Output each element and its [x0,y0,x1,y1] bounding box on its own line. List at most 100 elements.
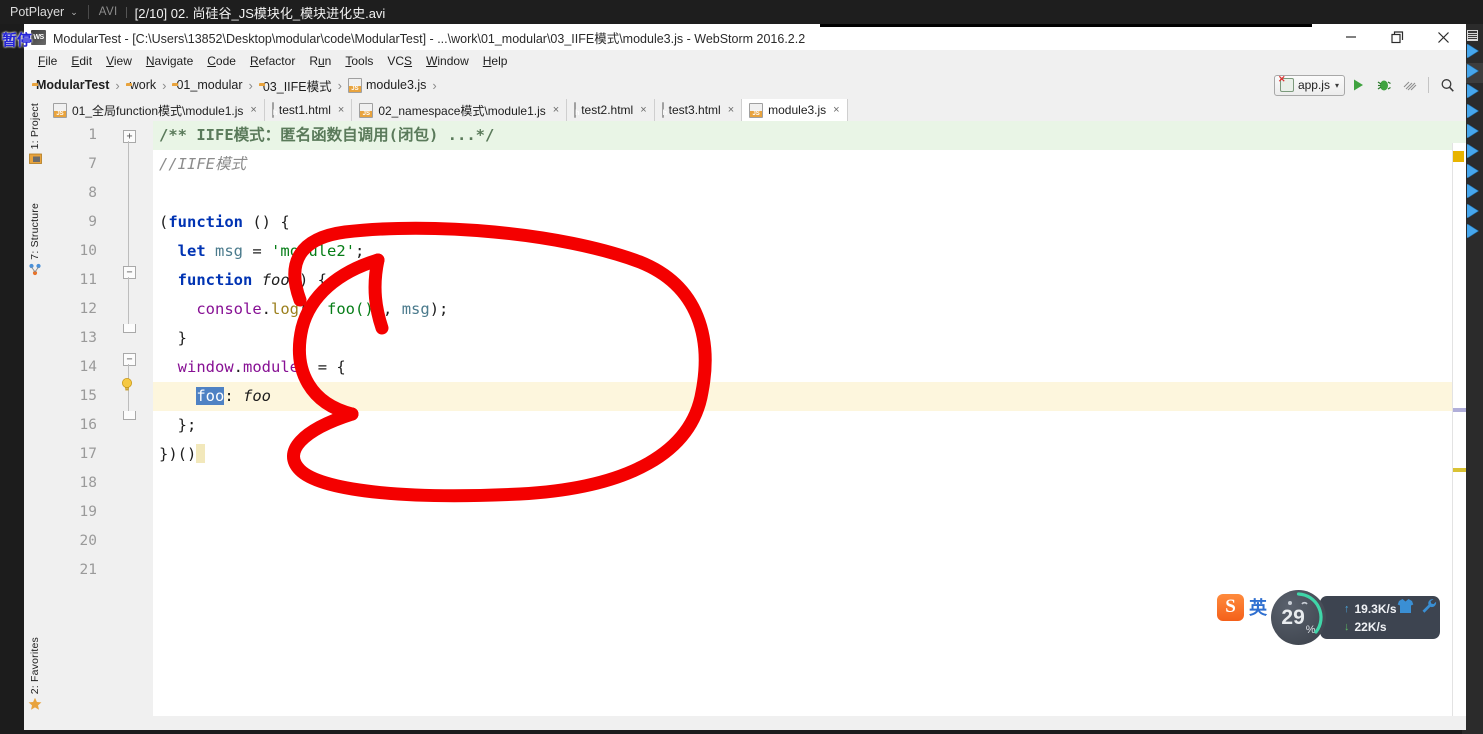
code-content[interactable]: /** IIFE模式：匿名函数自调用(闭包) ...*/ //IIFE模式 (f… [153,121,1466,730]
coverage-button[interactable] [1397,73,1423,97]
code-line-19[interactable] [153,498,1466,527]
close-button[interactable] [1420,24,1466,50]
code-line-9[interactable]: (function () { [153,208,1466,237]
sogou-logo-icon[interactable]: S [1217,593,1244,621]
close-icon[interactable]: × [640,104,646,116]
tab-test2-html[interactable]: test2.html × [567,99,655,121]
usage-marker[interactable] [1453,408,1466,412]
breadcrumb-separator: › [115,77,120,93]
fold-expand-icon[interactable]: + [123,130,136,143]
warning-marker[interactable] [1453,151,1464,162]
fold-gutter: + − − [106,121,154,730]
breadcrumb-item-work[interactable]: work [126,78,156,92]
code-line-13[interactable]: } [153,324,1466,353]
chevron-down-icon[interactable]: ⌄ [70,7,78,18]
breadcrumb-item-03-iife[interactable]: 03_IIFE模式 [259,76,332,95]
marker-gutter-scrollbar[interactable] [1452,143,1466,730]
cpu-usage-dial[interactable]: 29 % [1271,590,1326,645]
potplayer-track-title: [2/10] 02. 尚硅谷_JS模块化_模块进化史.avi [134,5,386,21]
tab-01-global-function-module1[interactable]: 01_全局function模式\module1.js × [46,99,265,121]
close-icon[interactable]: × [250,104,256,116]
code-line-14[interactable]: window.module3 = { [153,353,1466,382]
menu-view[interactable]: View [99,52,139,70]
minimize-button[interactable] [1328,24,1374,50]
potplayer-corner-fill [1445,0,1462,24]
sidebar-item-project[interactable]: 1: Project [24,103,46,170]
line-number: 12 [79,301,97,317]
tab-module3-js[interactable]: module3.js × [742,99,848,121]
fold-collapse-icon[interactable]: − [123,266,136,279]
close-icon[interactable]: × [553,104,559,116]
upload-arrow-icon: ↑ [1344,602,1350,615]
menu-vcs[interactable]: VCS [380,52,419,70]
close-icon[interactable]: × [728,104,734,116]
line-number: 7 [88,156,97,172]
potplayer-app-name[interactable]: PotPlayer [0,5,64,19]
tab-label: 01_全局function模式\module1.js [72,103,244,118]
menu-help[interactable]: Help [476,52,515,70]
menu-file[interactable]: File [31,52,64,70]
menu-code[interactable]: Code [200,52,243,70]
screen-root: PotPlayer ⌄ AVI [2/10] 02. 尚硅谷_JS模块化_模块进… [0,0,1483,734]
breadcrumb-item-modulartest[interactable]: ModularTest [32,78,109,92]
code-line-18[interactable] [153,469,1466,498]
breadcrumb-item-01-modular[interactable]: 01_modular [172,78,242,92]
sidebar-item-favorites[interactable]: 2: Favorites [24,637,46,716]
fold-region-end-icon[interactable] [123,324,136,333]
ime-mode-label[interactable]: 英 [1249,594,1267,620]
sogou-ime-widget[interactable]: S 英 [1217,592,1267,622]
run-configuration-selector[interactable]: app.js ▾ [1273,74,1345,96]
close-icon[interactable]: × [833,104,839,116]
menu-refactor[interactable]: Refactor [243,52,302,70]
tab-label: module3.js [768,103,827,117]
restore-button[interactable] [1374,24,1420,50]
code-line-7[interactable]: //IIFE模式 [153,150,1466,179]
code-line-11[interactable]: function foo() { [153,266,1466,295]
menu-run[interactable]: Run [302,52,338,70]
code-editor[interactable]: 1 7 8 9 10 11 12 13 14 15 16 17 18 19 20… [46,121,1466,730]
fold-region-end-icon[interactable] [123,411,136,420]
shirt-icon[interactable] [1397,598,1414,619]
debug-button[interactable] [1371,73,1397,97]
run-config-icon [1278,74,1294,92]
code-line-8[interactable] [153,179,1466,208]
code-line-21[interactable] [153,556,1466,585]
line-number: 21 [79,562,97,578]
wrench-icon[interactable] [1421,598,1438,619]
close-icon[interactable]: × [338,104,344,116]
code-line-16[interactable]: }; [153,411,1466,440]
tab-test3-html[interactable]: test3.html × [654,99,743,121]
menu-tools[interactable]: Tools [338,52,380,70]
search-button[interactable] [1434,73,1460,97]
code-line-17[interactable]: })() [153,440,1466,469]
code-line-12[interactable]: console.log(' foo()', msg); [153,295,1466,324]
tabbar-filler [847,99,1466,121]
editor-tabbar: 01_全局function模式\module1.js × test1.html … [46,99,1466,121]
tab-02-namespace-module1[interactable]: 02_namespace模式\module1.js × [352,99,568,121]
breadcrumb-label: ModularTest [36,78,110,92]
tab-label: test2.html [581,103,634,117]
line-number: 17 [79,446,97,462]
sidebar-item-structure[interactable]: 7: Structure [24,203,46,281]
menu-window[interactable]: Window [419,52,476,70]
js-file-icon [359,102,374,118]
intention-bulb-icon[interactable] [120,377,134,392]
code-line-20[interactable] [153,527,1466,556]
project-icon [28,152,42,170]
window-title: ModularTest - [C:\Users\13852\Desktop\mo… [53,31,806,46]
line-number: 18 [79,475,97,491]
run-button[interactable] [1345,73,1371,97]
modified-marker[interactable] [1453,468,1466,472]
potplayer-pause-overlay: 暂停 [2,31,33,49]
code-line-10[interactable]: let msg = 'module2'; [153,237,1466,266]
tool-window-label: 1: Project [29,103,41,150]
tab-test1-html[interactable]: test1.html × [264,99,353,121]
menu-navigate[interactable]: Navigate [139,52,200,70]
code-line-1[interactable]: /** IIFE模式：匿名函数自调用(闭包) ...*/ [153,121,1466,150]
code-line-15[interactable]: foo: foo [153,382,1466,411]
menu-edit[interactable]: Edit [64,52,99,70]
fold-collapse-icon[interactable]: − [123,353,136,366]
js-file-icon [53,102,67,118]
selected-text[interactable]: foo [196,387,225,405]
breadcrumb-item-module3[interactable]: module3.js [347,77,426,93]
